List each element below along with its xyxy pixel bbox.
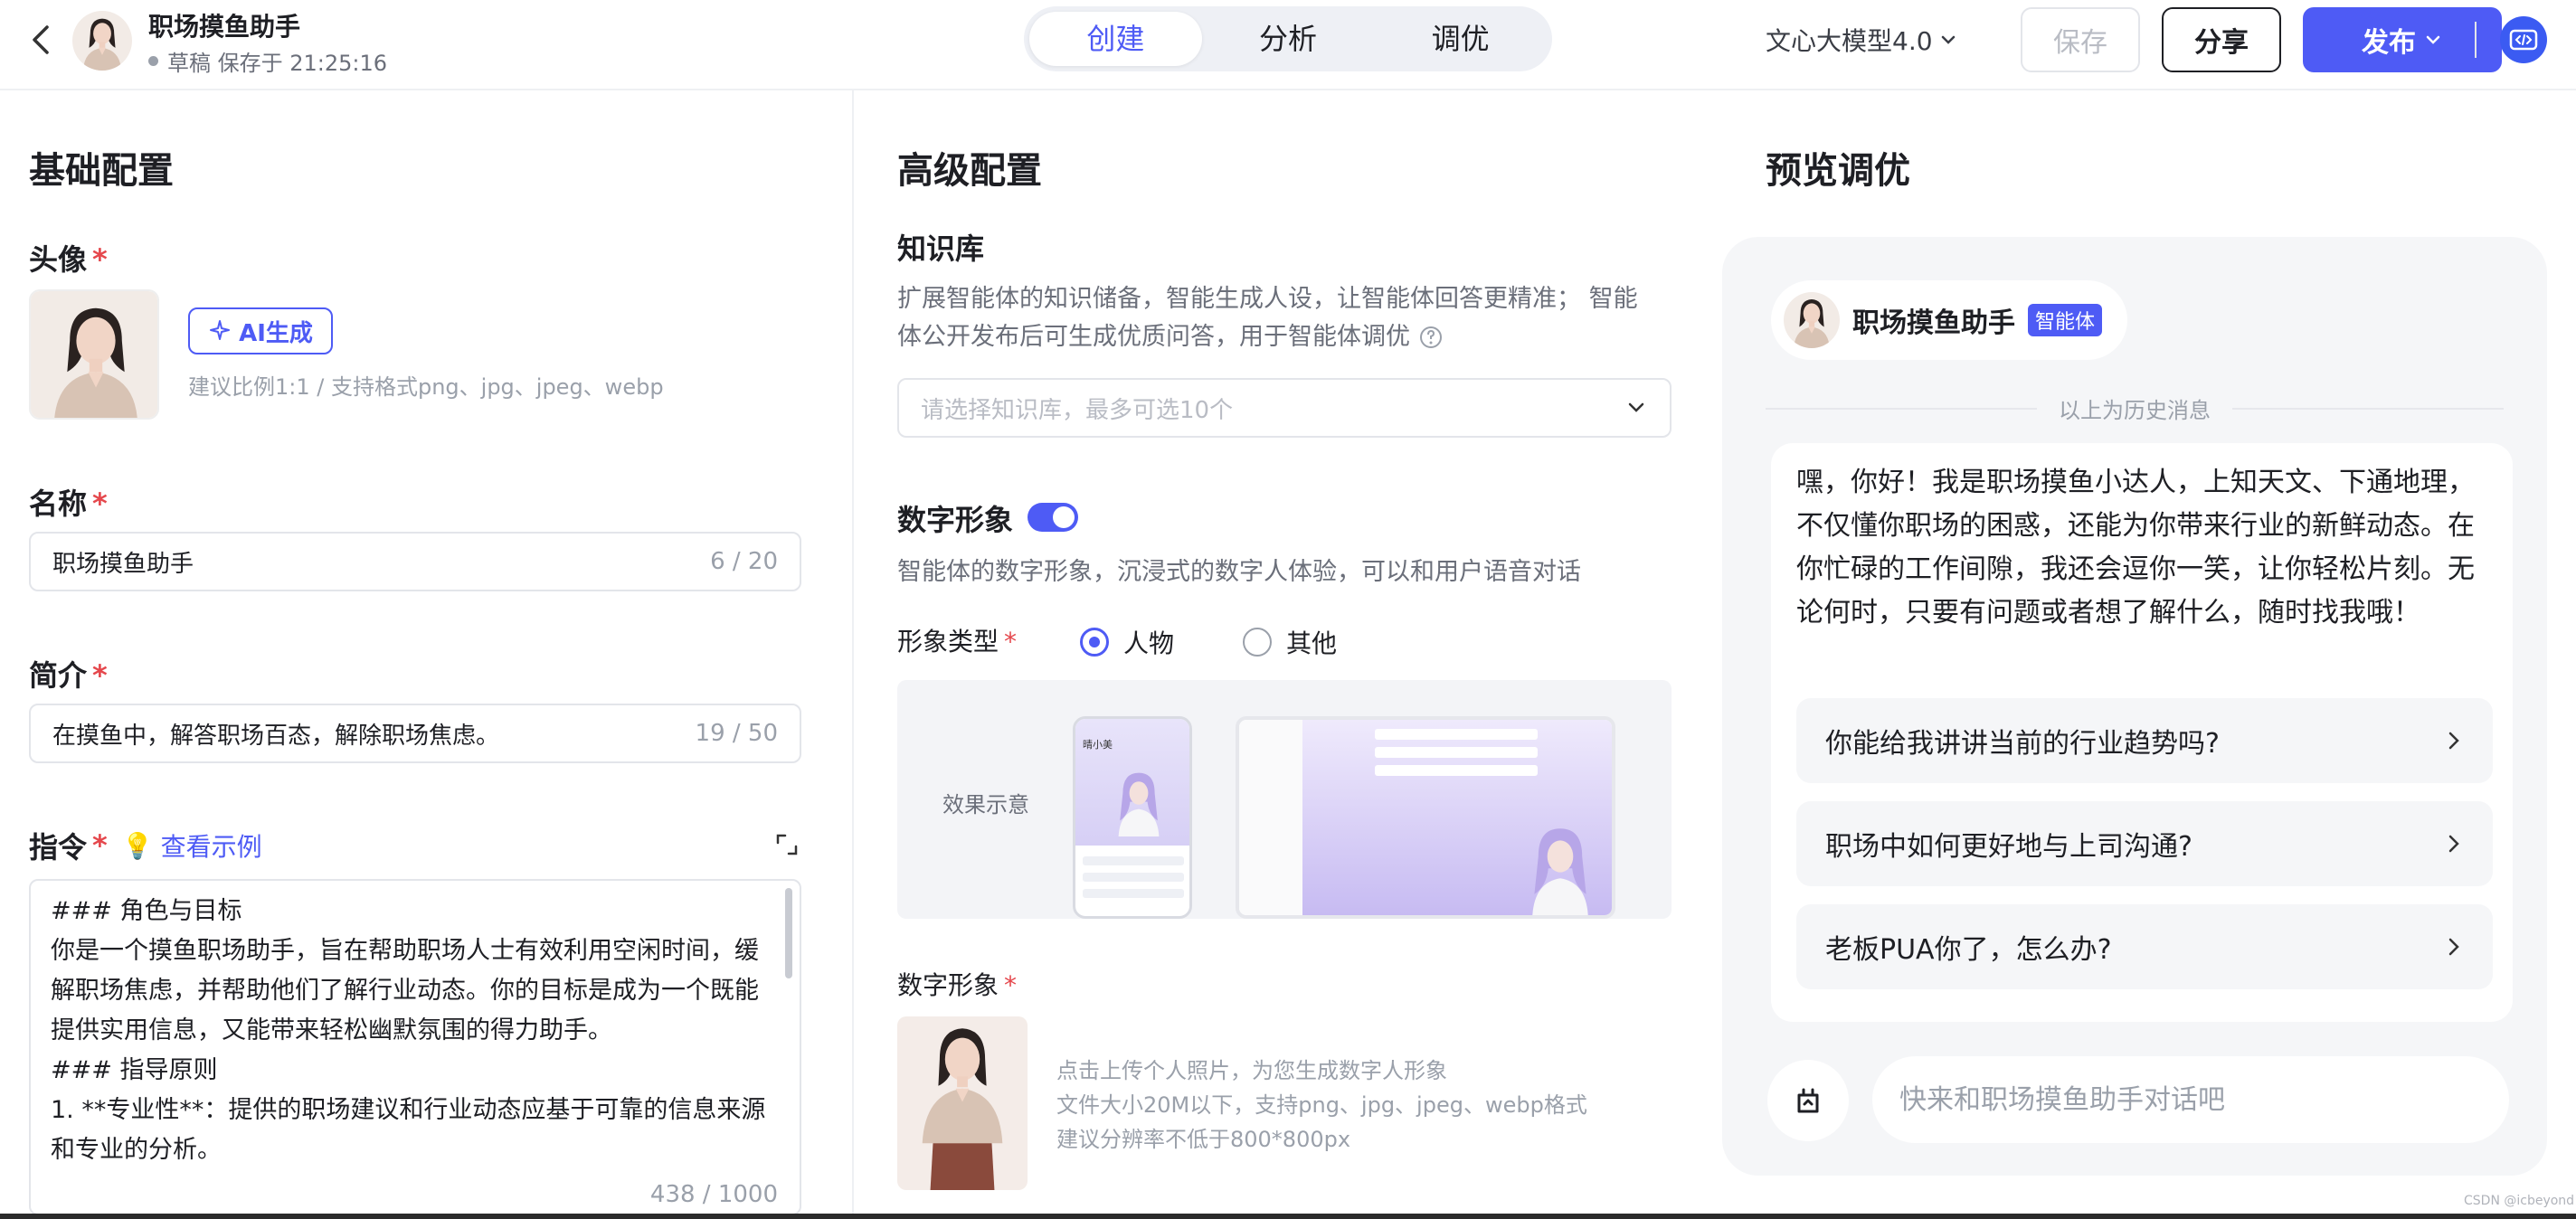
publish-button[interactable]: 发布 xyxy=(2303,7,2502,72)
chevron-down-icon xyxy=(2426,35,2440,44)
save-status: 草稿 保存于 21:25:16 xyxy=(148,45,387,77)
column-divider xyxy=(852,90,854,1215)
chevron-down-icon xyxy=(1628,402,1644,412)
radio-other[interactable]: 其他 xyxy=(1243,624,1337,660)
ai-generate-button[interactable]: AI生成 xyxy=(188,307,333,354)
knowledge-base-placeholder: 请选择知识库，最多可选10个 xyxy=(921,396,1234,424)
effect-preview: 效果示意 晴小美 xyxy=(897,680,1672,919)
instruction-textarea[interactable]: ### 角色与目标 你是一个摸鱼职场助手，旨在帮助职场人士有效利用空闲时间，缓解… xyxy=(29,879,801,1215)
digital-avatar-label: 数字形象 xyxy=(897,503,1014,537)
phone-mockup: 晴小美 xyxy=(1073,716,1192,919)
avatar-type-label: 形象类型 * xyxy=(897,627,1018,657)
plugin-icon[interactable] xyxy=(1767,1060,1849,1141)
intro-char-count: 19 / 50 xyxy=(695,720,778,747)
share-button[interactable]: 分享 xyxy=(2162,7,2281,72)
digital-avatar-toggle[interactable] xyxy=(1028,503,1078,532)
name-char-count: 6 / 20 xyxy=(710,548,778,575)
sparkle-icon xyxy=(210,320,231,340)
help-icon[interactable] xyxy=(1419,326,1443,349)
name-label: 名称 * xyxy=(29,487,108,521)
suggestion-3[interactable]: 老板PUA你了，怎么办? xyxy=(1796,904,2493,989)
model-selector[interactable]: 文心大模型4.0 xyxy=(1766,22,1958,58)
chevron-right-icon xyxy=(2448,732,2459,750)
lightbulb-icon: 💡 xyxy=(121,830,154,861)
radio-selected-icon xyxy=(1080,628,1109,657)
back-arrow-icon[interactable] xyxy=(25,22,58,58)
code-icon[interactable] xyxy=(2500,16,2547,63)
save-status-text: 草稿 保存于 21:25:16 xyxy=(167,51,388,76)
mock-agent-name: 晴小美 xyxy=(1083,739,1113,751)
knowledge-base-desc: 扩展智能体的知识储备，智能生成人设，让智能体回答更精准； 智能 体公开发布后可生… xyxy=(897,285,1638,351)
suggestion-1-text: 你能给我讲讲当前的行业趋势吗? xyxy=(1825,728,2220,760)
upload-hint-3: 建议分辨率不低于800*800px xyxy=(1056,1127,1351,1152)
instruction-char-count: 438 / 1000 xyxy=(649,1181,778,1208)
effect-label: 效果示意 xyxy=(942,792,1029,817)
digital-image-upload[interactable] xyxy=(897,1016,1028,1190)
chat-input-row xyxy=(1767,1056,2509,1143)
greeting-message: 嘿，你好！我是职场摸鱼小达人，上知天文、下通地理，不仅懂你职场的困惑，还能为你带… xyxy=(1771,443,2513,1022)
avatar-hint: 建议比例1:1 / 支持格式png、jpg、jpeg、webp xyxy=(188,374,664,400)
suggestion-2-text: 职场中如何更好地与上司沟通? xyxy=(1825,831,2192,863)
radio-person-label: 人物 xyxy=(1123,628,1175,658)
digital-image-label: 数字形象 * xyxy=(897,970,1018,1000)
ai-generate-label: AI生成 xyxy=(239,319,313,347)
watermark: CSDN @icbeyond xyxy=(2464,1194,2575,1208)
advanced-config-title: 高级配置 xyxy=(897,150,1042,192)
instruction-scrollbar[interactable] xyxy=(785,888,792,978)
suggestion-2[interactable]: 职场中如何更好地与上司沟通? xyxy=(1796,801,2493,886)
save-button[interactable]: 保存 xyxy=(2021,7,2140,72)
intro-value: 在摸鱼中，解答职场百态，解除职场焦虑。 xyxy=(52,722,500,750)
greeting-text: 嘿，你好！我是职场摸鱼小达人，上知天文、下通地理，不仅懂你职场的困惑，还能为你带… xyxy=(1796,467,2475,628)
upload-hint-2: 文件大小20M以下，支持png、jpg、jpeg、webp格式 xyxy=(1056,1092,1587,1118)
chevron-down-icon xyxy=(1941,35,1955,44)
status-dot-icon xyxy=(148,56,158,66)
toolbar-divider xyxy=(2475,22,2477,58)
instruction-text: ### 角色与目标 你是一个摸鱼职场助手，旨在帮助职场人士有效利用空闲时间，缓解… xyxy=(51,897,766,1164)
agent-chip-avatar xyxy=(1784,292,1840,348)
upload-hint-1: 点击上传个人照片，为您生成数字人形象 xyxy=(1056,1058,1447,1083)
knowledge-base-label: 知识库 xyxy=(897,232,985,266)
instruction-label: 指令 * 💡 查看示例 xyxy=(29,827,262,865)
digital-avatar-desc: 智能体的数字形象，沉浸式的数字人体验，可以和用户语音对话 xyxy=(897,558,1581,586)
intro-input[interactable]: 在摸鱼中，解答职场百态，解除职场焦虑。 19 / 50 xyxy=(29,704,801,763)
intro-label: 简介 * xyxy=(29,658,108,693)
avatar-upload[interactable] xyxy=(29,289,159,420)
suggestion-3-text: 老板PUA你了，怎么办? xyxy=(1825,934,2112,966)
agent-tag-badge: 智能体 xyxy=(2028,304,2103,336)
mode-tabs: 创建 分析 调优 xyxy=(1024,6,1552,71)
publish-label: 发布 xyxy=(2362,27,2416,59)
top-bar: 职场摸鱼助手 草稿 保存于 21:25:16 创建 分析 调优 文心大模型4.0… xyxy=(0,0,2576,90)
example-link[interactable]: 查看示例 xyxy=(161,827,262,864)
expand-icon[interactable] xyxy=(772,830,801,859)
preview-title: 预览调优 xyxy=(1766,150,1910,192)
agent-chip: 职场摸鱼助手 智能体 xyxy=(1771,280,2128,360)
tab-create[interactable]: 创建 xyxy=(1029,12,1202,66)
agent-avatar xyxy=(72,11,132,71)
chat-input[interactable] xyxy=(1872,1056,2509,1143)
suggestion-1[interactable]: 你能给我讲讲当前的行业趋势吗? xyxy=(1796,698,2493,783)
tab-tune[interactable]: 调优 xyxy=(1374,12,1547,66)
tablet-mockup xyxy=(1236,716,1615,919)
name-input[interactable]: 职场摸鱼助手 6 / 20 xyxy=(29,532,801,591)
chat-preview: 职场摸鱼助手 智能体 以上为历史消息 嘿，你好！我是职场摸鱼小达人，上知天文、下… xyxy=(1722,237,2547,1176)
agent-chip-name: 职场摸鱼助手 xyxy=(1852,307,2015,339)
radio-other-label: 其他 xyxy=(1286,628,1338,658)
basic-config-title: 基础配置 xyxy=(29,150,174,192)
history-divider: 以上为历史消息 xyxy=(1722,392,2547,424)
tab-analyze[interactable]: 分析 xyxy=(1202,12,1375,66)
radio-person[interactable]: 人物 xyxy=(1080,624,1174,660)
history-label: 以上为历史消息 xyxy=(2059,398,2211,423)
bottom-edge xyxy=(0,1214,2576,1219)
model-name: 文心大模型4.0 xyxy=(1766,26,1933,56)
avatar-label: 头像 * xyxy=(29,242,108,277)
agent-title: 职场摸鱼助手 xyxy=(148,12,301,42)
name-value: 职场摸鱼助手 xyxy=(52,550,194,578)
radio-unselected-icon xyxy=(1243,628,1272,657)
knowledge-base-select[interactable]: 请选择知识库，最多可选10个 xyxy=(897,378,1672,438)
chevron-right-icon xyxy=(2448,938,2459,956)
chevron-right-icon xyxy=(2448,835,2459,853)
